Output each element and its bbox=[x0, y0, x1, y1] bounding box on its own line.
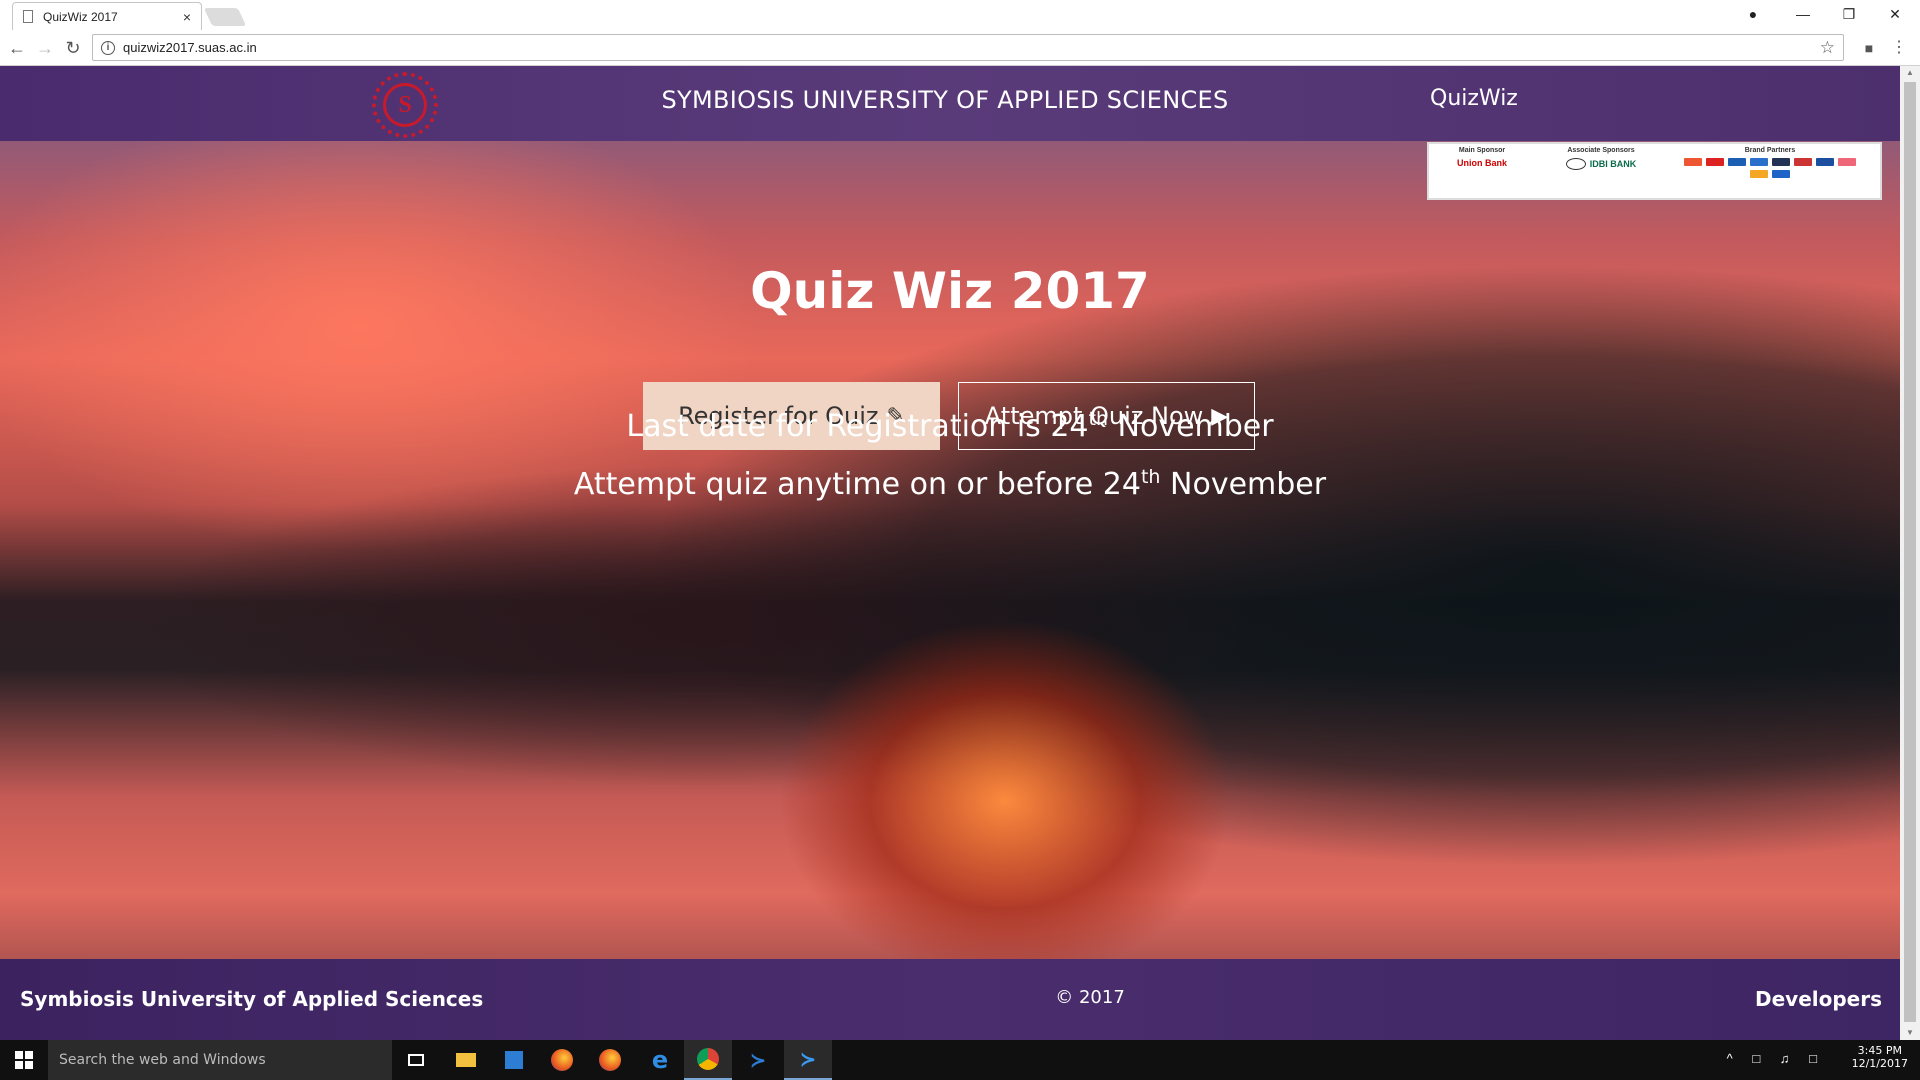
cloud-logo-icon bbox=[1565, 158, 1586, 170]
university-title: SYMBIOSIS UNIVERSITY OF APPLIED SCIENCES bbox=[661, 86, 1229, 114]
footer-university: Symbiosis University of Applied Sciences bbox=[20, 987, 484, 1011]
site-header: S SYMBIOSIS UNIVERSITY OF APPLIED SCIENC… bbox=[0, 66, 1900, 141]
address-bar[interactable]: i quizwiz2017.suas.ac.in ☆ bbox=[92, 34, 1844, 61]
reload-icon[interactable]: ↻ bbox=[62, 37, 84, 59]
ordinal-suffix: th bbox=[1088, 408, 1109, 430]
profile-icon[interactable]: ● bbox=[1730, 0, 1776, 28]
edge-icon[interactable]: e bbox=[636, 1040, 684, 1080]
windows-icon bbox=[15, 1051, 33, 1069]
task-view-icon[interactable] bbox=[392, 1040, 440, 1080]
scrollbar-thumb[interactable] bbox=[1904, 82, 1916, 1022]
partner-logo-icon bbox=[1706, 158, 1724, 166]
attempt-deadline-text: Attempt quiz anytime on or before 24 bbox=[573, 467, 1141, 502]
close-window-icon[interactable]: ✕ bbox=[1872, 0, 1918, 28]
clock-date: 12/1/2017 bbox=[1851, 1057, 1908, 1070]
footer-copyright: © 2017 bbox=[1055, 987, 1125, 1008]
registration-deadline: Last date for Registration is 24th Novem… bbox=[0, 408, 1900, 444]
bookmark-star-icon[interactable]: ☆ bbox=[1820, 38, 1835, 58]
page-icon bbox=[23, 10, 33, 23]
forward-icon[interactable]: → bbox=[34, 37, 56, 59]
store-icon[interactable] bbox=[490, 1040, 538, 1080]
windows-taskbar: Search the web and Windows e ≻ ≻ ^ □ ♫ □… bbox=[0, 1040, 1920, 1080]
info-icon[interactable]: i bbox=[101, 40, 115, 55]
idbi-bank-logo: IDBI BANK bbox=[1589, 159, 1637, 169]
union-bank-logo: Union Bank bbox=[1456, 158, 1507, 168]
scroll-down-icon[interactable]: ▼ bbox=[1900, 1026, 1920, 1040]
page-title: Quiz Wiz 2017 bbox=[750, 262, 1150, 320]
ordinal-suffix: th bbox=[1140, 466, 1161, 488]
university-logo[interactable]: S bbox=[372, 72, 438, 138]
firefox-icon[interactable] bbox=[586, 1040, 634, 1080]
visual-studio-icon[interactable]: ≻ bbox=[734, 1040, 782, 1080]
registration-deadline-text: Last date for Registration is 24 bbox=[626, 409, 1089, 444]
file-explorer-icon[interactable] bbox=[442, 1040, 490, 1080]
restore-icon[interactable]: ❐ bbox=[1826, 0, 1872, 28]
scroll-up-icon[interactable]: ▲ bbox=[1900, 66, 1920, 80]
taskbar-search[interactable]: Search the web and Windows bbox=[48, 1040, 392, 1080]
logo-letter: S bbox=[383, 83, 427, 127]
main-sponsor-heading: Main Sponsor bbox=[1458, 147, 1506, 154]
partner-logo-icon bbox=[1684, 158, 1702, 166]
chrome-icon[interactable] bbox=[684, 1040, 732, 1080]
partner-logo-icon bbox=[1728, 158, 1746, 166]
minimize-icon[interactable]: — bbox=[1780, 0, 1826, 28]
start-button[interactable] bbox=[0, 1040, 48, 1080]
close-tab-icon[interactable]: × bbox=[183, 9, 191, 25]
new-tab-button[interactable] bbox=[203, 8, 247, 26]
browser-toolbar: ← → ↻ i quizwiz2017.suas.ac.in ☆ ■ ⋮ bbox=[0, 30, 1920, 66]
browser-tab[interactable]: QuizWiz 2017 × bbox=[12, 2, 202, 30]
partner-logo-icon bbox=[1772, 158, 1790, 166]
developers-link[interactable]: Developers bbox=[1755, 987, 1882, 1011]
associate-sponsors: Associate Sponsors IDBI BANK bbox=[1541, 147, 1661, 195]
partner-logo-icon bbox=[1750, 158, 1768, 166]
system-tray-icons[interactable]: ^ □ ♫ □ bbox=[1727, 1051, 1825, 1066]
associate-sponsors-heading: Associate Sponsors bbox=[1567, 147, 1635, 154]
browser-tab-bar: QuizWiz 2017 × ● — ❐ ✕ bbox=[0, 0, 1920, 30]
firefox-icon[interactable] bbox=[538, 1040, 586, 1080]
site-footer: Symbiosis University of Applied Sciences… bbox=[0, 959, 1900, 1040]
vscode-icon[interactable]: ≻ bbox=[784, 1040, 832, 1080]
attempt-deadline: Attempt quiz anytime on or before 24th N… bbox=[0, 466, 1900, 502]
shield-icon[interactable]: ■ bbox=[1858, 37, 1880, 59]
clock-time: 3:45 PM bbox=[1857, 1044, 1902, 1057]
partner-logo-icon bbox=[1794, 158, 1812, 166]
url-text: quizwiz2017.suas.ac.in bbox=[123, 40, 257, 55]
registration-deadline-month: November bbox=[1108, 409, 1274, 444]
attempt-deadline-month: November bbox=[1160, 467, 1327, 502]
clock[interactable]: 3:45 PM 12/1/2017 bbox=[1852, 1044, 1908, 1070]
web-page: S SYMBIOSIS UNIVERSITY OF APPLIED SCIENC… bbox=[0, 66, 1900, 1040]
main-sponsor: Main Sponsor Union Bank bbox=[1437, 147, 1527, 195]
partner-logo-icon bbox=[1838, 158, 1856, 166]
partner-logo-icon bbox=[1750, 170, 1768, 178]
brand-link[interactable]: QuizWiz bbox=[1430, 86, 1518, 111]
page-scrollbar[interactable]: ▲ ▼ bbox=[1900, 66, 1920, 1040]
tab-title: QuizWiz 2017 bbox=[43, 9, 118, 24]
brand-partners-heading: Brand Partners bbox=[1744, 147, 1796, 154]
partner-logo-icon bbox=[1816, 158, 1834, 166]
partner-logo-icon bbox=[1772, 170, 1790, 178]
menu-icon[interactable]: ⋮ bbox=[1888, 37, 1910, 59]
sponsors-banner: Main Sponsor Union Bank Associate Sponso… bbox=[1427, 142, 1882, 200]
back-icon[interactable]: ← bbox=[6, 37, 28, 59]
brand-partners: Brand Partners bbox=[1675, 147, 1865, 195]
